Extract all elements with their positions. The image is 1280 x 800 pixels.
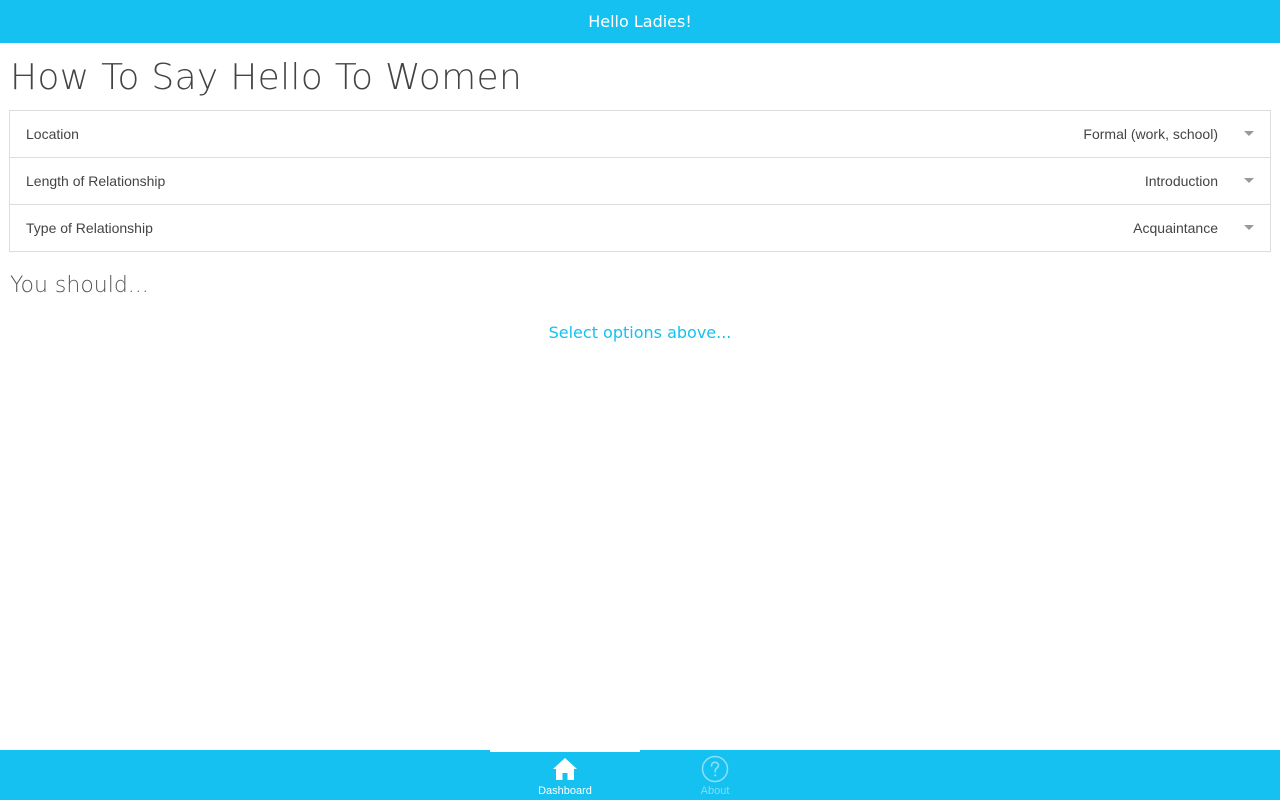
tab-label: About [700, 785, 730, 797]
location-select[interactable]: Location Formal (work, school) [10, 111, 1270, 158]
option-label: Type of Relationship [26, 220, 153, 236]
app-title: Hello Ladies! [588, 12, 692, 31]
type-of-relationship-select[interactable]: Type of Relationship Acquaintance [10, 205, 1270, 252]
option-label: Length of Relationship [26, 173, 166, 189]
page-title: How To Say Hello To Women [10, 57, 523, 98]
caret-down-icon [1244, 178, 1254, 183]
app-root: Hello Ladies! How To Say Hello To Women … [0, 0, 1280, 800]
active-tab-indicator [490, 750, 640, 752]
help-circle-icon [701, 755, 729, 783]
tab-about[interactable]: About [640, 750, 790, 800]
option-value: Acquaintance [1133, 220, 1218, 236]
caret-down-icon [1244, 225, 1254, 230]
options-list: Location Formal (work, school) Length of… [9, 110, 1271, 252]
tab-dashboard[interactable]: Dashboard [490, 750, 640, 800]
home-icon [553, 758, 577, 780]
tab-label: Dashboard [538, 785, 592, 797]
length-of-relationship-select[interactable]: Length of Relationship Introduction [10, 158, 1270, 205]
option-value: Introduction [1144, 173, 1218, 189]
top-bar: Hello Ladies! [0, 0, 1280, 43]
tab-bar: Dashboard About [0, 750, 1280, 800]
caret-down-icon [1244, 131, 1254, 136]
option-label: Location [26, 126, 79, 142]
option-value: Formal (work, school) [1083, 126, 1218, 142]
result-heading: You should... [10, 273, 149, 298]
result-hint: Select options above... [548, 323, 732, 342]
